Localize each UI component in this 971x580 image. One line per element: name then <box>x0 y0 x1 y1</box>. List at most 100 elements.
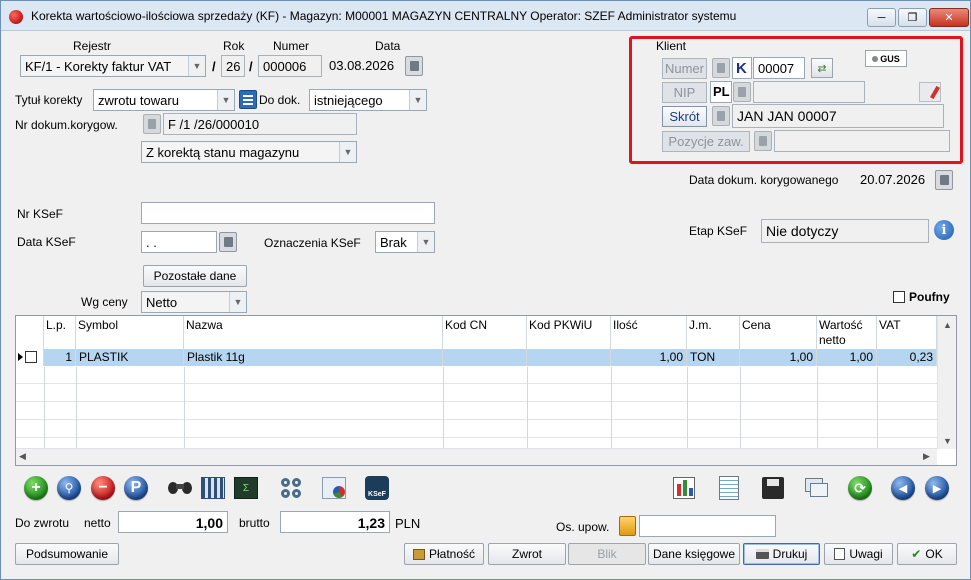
grid-header-symbol[interactable]: Symbol <box>76 316 184 349</box>
formula-button[interactable]: Σ <box>233 475 259 501</box>
etap-ksef-field[interactable]: Nie dotyczy <box>761 219 929 243</box>
person-icon[interactable] <box>619 516 636 536</box>
cell-wartosc-netto: 1,00 <box>817 349 877 366</box>
rejestr-value: KF/1 - Korekty faktur VAT <box>25 59 172 74</box>
minimize-button[interactable]: ─ <box>867 8 896 27</box>
info-icon[interactable]: i <box>934 220 954 240</box>
zwrot-button[interactable]: Zwrot <box>488 543 566 565</box>
nr-dok-field[interactable]: F /1 /26/000010 <box>163 113 357 135</box>
netto-label: netto <box>84 516 111 530</box>
document-icon[interactable] <box>754 131 772 151</box>
uwagi-button[interactable]: Uwagi <box>824 543 893 565</box>
grid-header-lp[interactable]: L.p. <box>44 316 76 349</box>
grid-header-cena[interactable]: Cena <box>740 316 817 349</box>
vertical-scrollbar[interactable]: ▲ ▼ <box>937 316 956 449</box>
brutto-label: brutto <box>239 516 270 530</box>
chevron-down-icon[interactable]: ▼ <box>943 436 952 446</box>
previous-button[interactable]: ◀ <box>890 475 916 501</box>
do-zwrotu-label: Do zwrotu <box>15 516 70 530</box>
empty-row[interactable] <box>16 421 937 438</box>
document-view-button[interactable] <box>716 475 742 501</box>
options-button[interactable] <box>278 475 304 501</box>
next-button[interactable]: ▶ <box>924 475 950 501</box>
list-icon[interactable] <box>239 90 257 109</box>
nip-field[interactable] <box>753 81 865 103</box>
dane-ksiegowe-button[interactable]: Dane księgowe <box>648 543 740 565</box>
wg-ceny-select[interactable]: Netto ▼ <box>141 291 247 313</box>
binoculars-button[interactable] <box>167 475 193 501</box>
os-upow-field[interactable] <box>639 515 776 537</box>
calendar-icon[interactable] <box>935 170 953 190</box>
chevron-left-icon[interactable]: ◀ <box>19 451 26 462</box>
warehouse-button[interactable] <box>200 475 226 501</box>
chevron-up-icon[interactable]: ▲ <box>943 320 952 330</box>
calendar-icon[interactable] <box>219 232 237 252</box>
empty-row[interactable] <box>16 367 937 384</box>
p-icon: P <box>124 476 148 500</box>
report-button[interactable] <box>671 475 697 501</box>
drukuj-button[interactable]: Drukuj <box>743 543 820 565</box>
document-icon[interactable] <box>712 106 730 126</box>
do-dok-select[interactable]: istniejącego ▼ <box>309 89 427 111</box>
chevron-right-icon[interactable]: ▶ <box>923 451 930 462</box>
calendar-icon[interactable] <box>405 56 423 76</box>
ksef-button[interactable]: KSeF <box>364 475 390 501</box>
refresh-button[interactable]: ⟳ <box>847 475 873 501</box>
chevron-down-icon: ▼ <box>409 90 426 110</box>
grid-header-vat[interactable]: VAT <box>877 316 937 349</box>
poufny-checkbox[interactable] <box>893 291 905 303</box>
horizontal-scrollbar[interactable]: ◀ ▶ <box>16 448 937 465</box>
link-icon[interactable]: ⇄ <box>811 58 833 78</box>
korekta-magazyn-value: Z korektą stanu magazynu <box>146 145 300 160</box>
add-item-button[interactable]: + <box>23 475 49 501</box>
grid-header-nazwa[interactable]: Nazwa <box>184 316 443 349</box>
numer-label: Numer <box>273 39 310 53</box>
klient-type-field[interactable]: K <box>732 57 752 79</box>
pozostale-dane-button[interactable]: Pozostałe dane <box>143 265 247 287</box>
copy-icon <box>805 478 829 498</box>
document-icon[interactable] <box>733 82 751 102</box>
podsumowanie-button[interactable]: Podsumowanie <box>15 543 119 565</box>
tytul-select[interactable]: zwrotu towaru ▼ <box>93 89 235 111</box>
pozycje-field[interactable] <box>774 130 950 152</box>
save-button[interactable] <box>760 475 786 501</box>
rok-field[interactable]: 26 <box>221 55 245 77</box>
remove-item-button[interactable]: − <box>90 475 116 501</box>
row-checkbox[interactable] <box>25 351 37 363</box>
pencil-icon[interactable] <box>919 82 941 102</box>
oznaczenia-select[interactable]: Brak ▼ <box>375 231 435 253</box>
grid-header-jm[interactable]: J.m. <box>687 316 740 349</box>
data-ksef-field[interactable]: . . <box>141 231 217 253</box>
blik-button[interactable]: Blik <box>568 543 646 565</box>
restore-button[interactable]: ❐ <box>898 8 927 27</box>
nr-ksef-field[interactable] <box>141 202 435 224</box>
search-item-button[interactable]: ⚲ <box>56 475 82 501</box>
pozycje-button[interactable]: Pozycje zaw. <box>662 131 750 152</box>
numer-field[interactable]: 000006 <box>258 55 322 77</box>
klient-numer-field[interactable]: 00007 <box>753 57 805 79</box>
document-icon[interactable] <box>712 58 730 78</box>
document-icon[interactable] <box>143 114 161 134</box>
gus-button[interactable]: GUS <box>865 50 907 67</box>
skrot-button[interactable]: Skrót <box>662 106 707 127</box>
skrot-field[interactable]: JAN JAN 00007 <box>732 104 944 128</box>
nip-country-field[interactable]: PL <box>710 81 732 103</box>
items-grid[interactable]: L.p. Symbol Nazwa Kod CN Kod PKWiU Ilość… <box>15 315 957 466</box>
chart-document-button[interactable] <box>321 475 347 501</box>
nip-button[interactable]: NIP <box>662 82 707 103</box>
empty-row[interactable] <box>16 403 937 420</box>
p-button[interactable]: P <box>123 475 149 501</box>
grid-header-wartosc-netto[interactable]: Wartość netto <box>817 316 877 349</box>
copy-button[interactable] <box>804 475 830 501</box>
korekta-magazyn-select[interactable]: Z korektą stanu magazynu ▼ <box>141 141 357 163</box>
platnosc-button[interactable]: Płatność <box>404 543 484 565</box>
grid-header-kod-cn[interactable]: Kod CN <box>443 316 527 349</box>
grid-header-kod-pkwiu[interactable]: Kod PKWiU <box>527 316 611 349</box>
grid-header-ilosc[interactable]: Ilość <box>611 316 687 349</box>
empty-row[interactable] <box>16 385 937 402</box>
rejestr-select[interactable]: KF/1 - Korekty faktur VAT ▼ <box>20 55 206 77</box>
ok-button[interactable]: ✔ OK <box>897 543 957 565</box>
table-row[interactable]: 1 PLASTIK Plastik 11g 1,00 TON 1,00 1,00… <box>16 349 937 366</box>
numer-button[interactable]: Numer <box>662 58 707 79</box>
close-button[interactable]: ✕ <box>929 8 969 27</box>
